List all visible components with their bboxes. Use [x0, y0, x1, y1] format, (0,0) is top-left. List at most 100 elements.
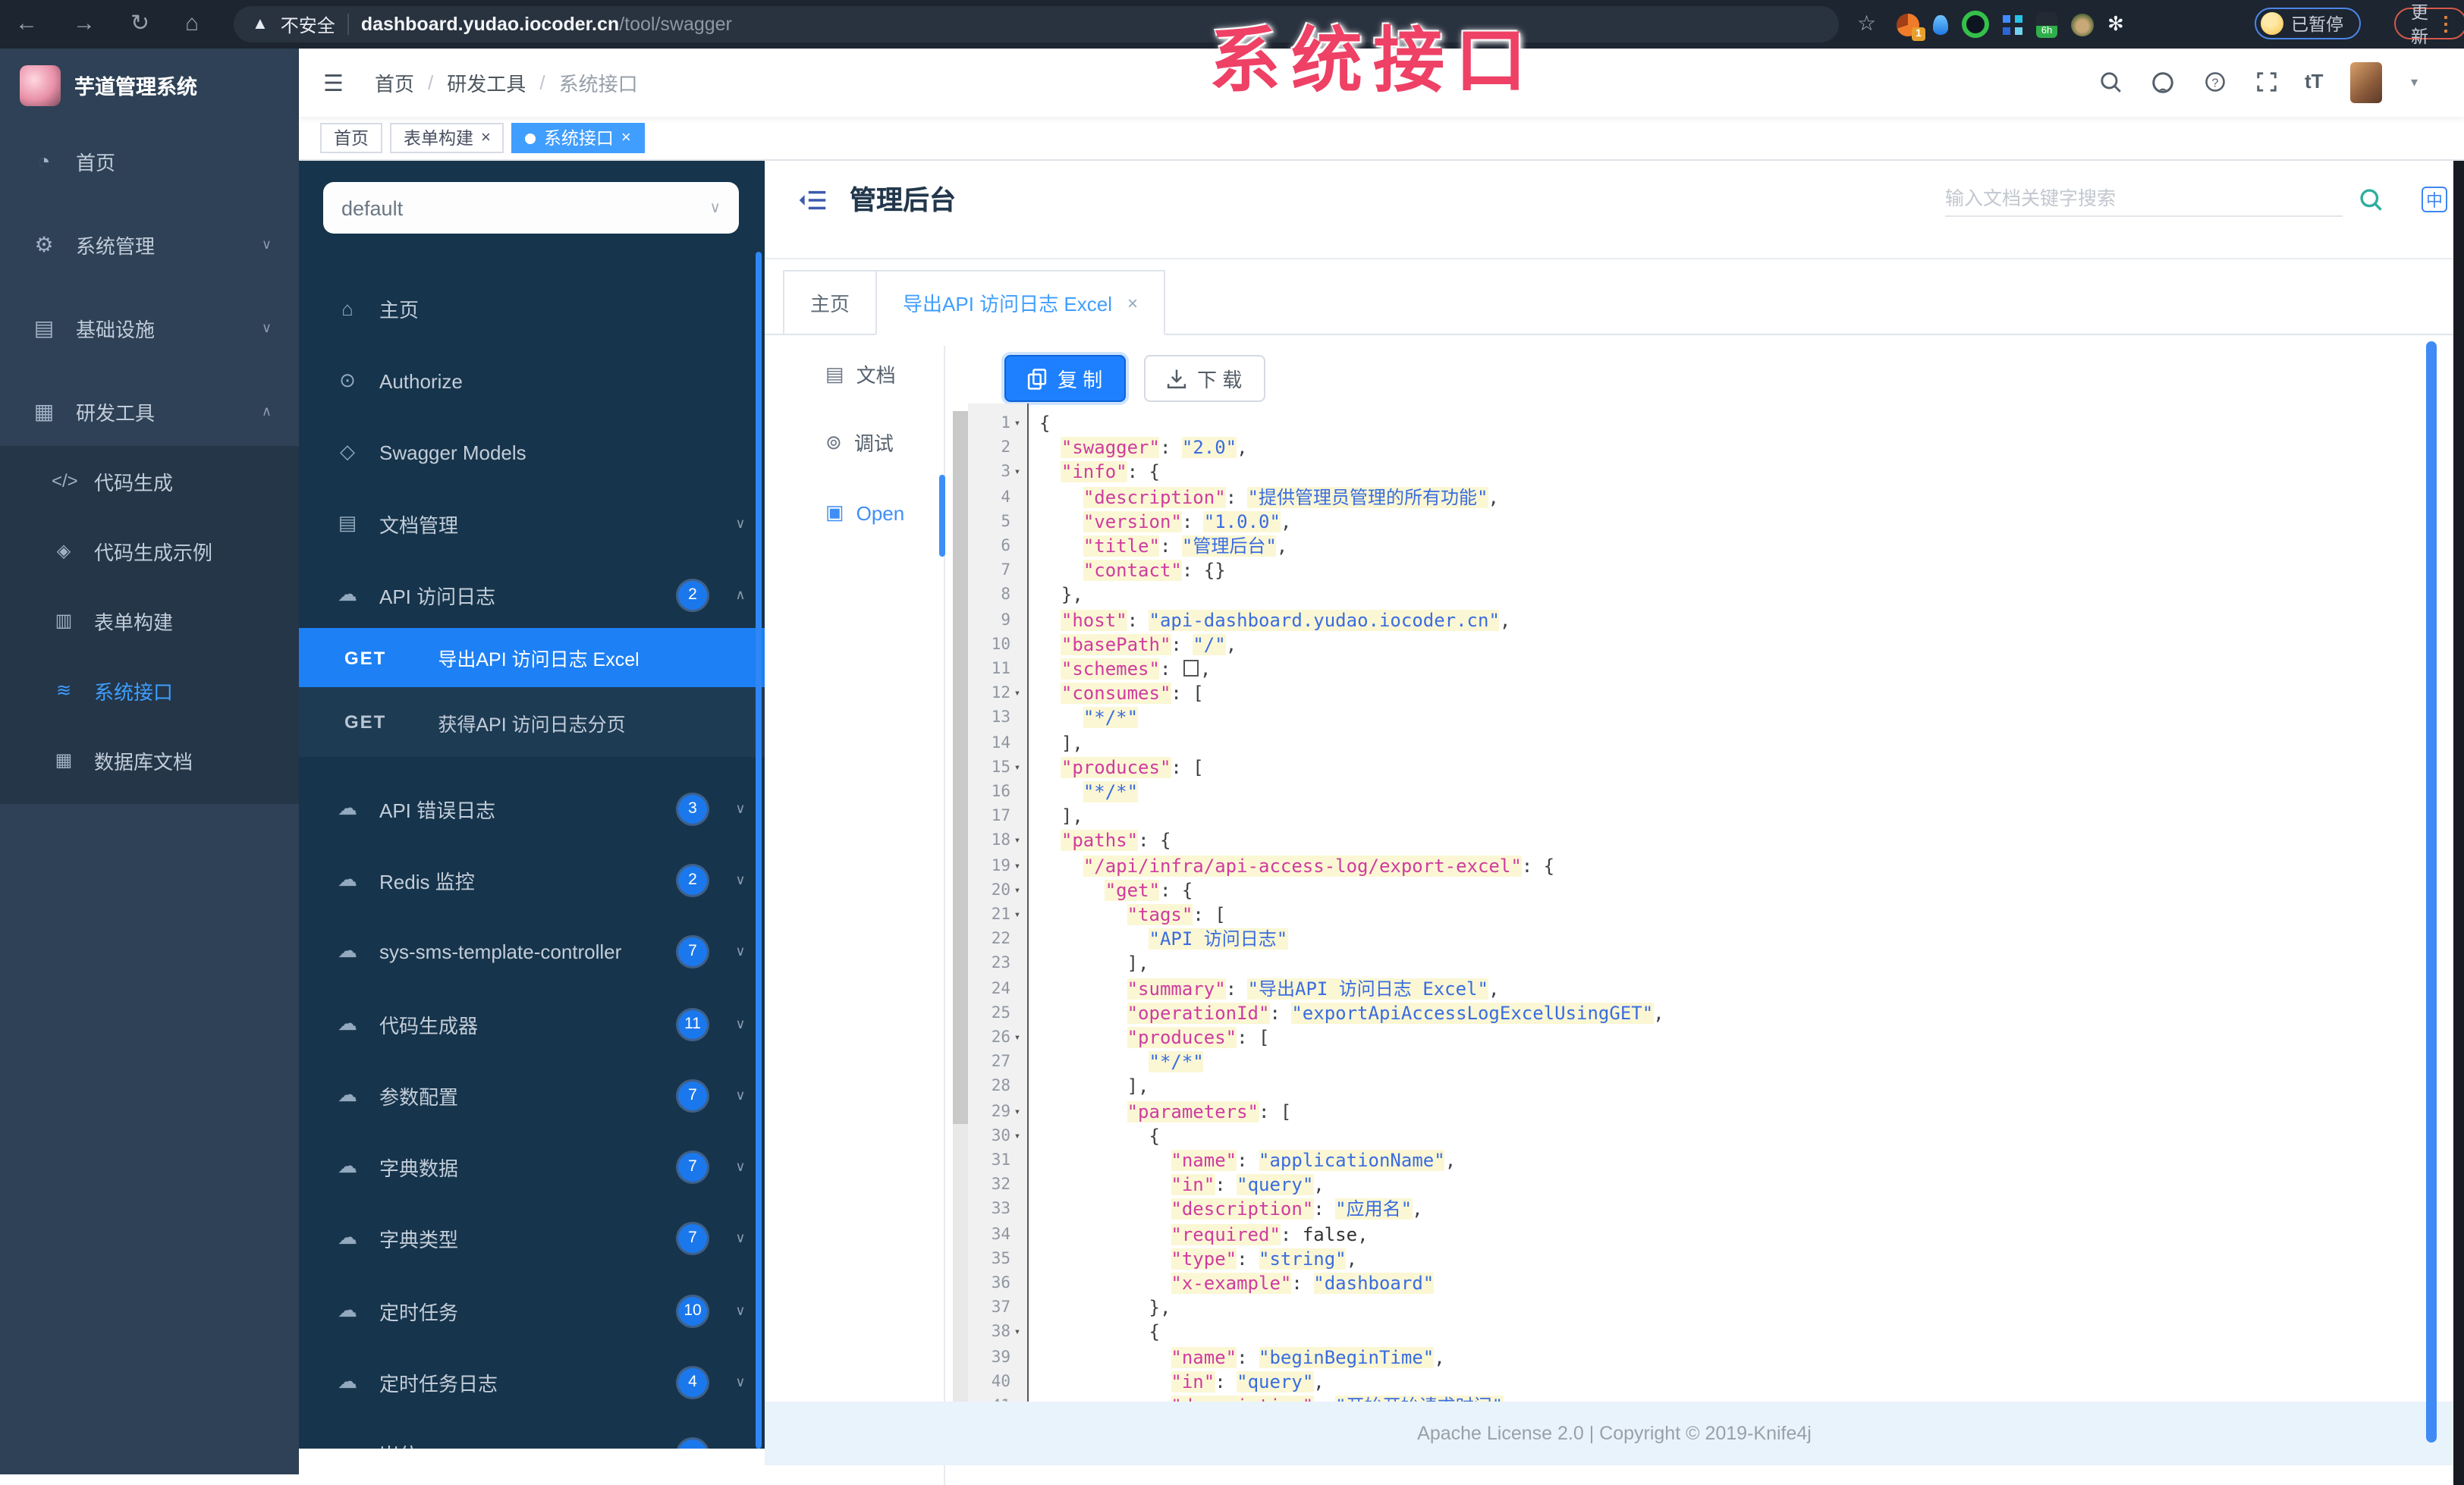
font-size-icon[interactable]: tT [2305, 70, 2324, 93]
doc-menu-item-10[interactable]: ☁ 代码生成器 11 ∨ [299, 991, 754, 1057]
main-scrollbar[interactable] [2426, 341, 2437, 1443]
fold-arrow-icon[interactable]: ▾ [1010, 466, 1024, 479]
close-icon[interactable]: × [621, 129, 631, 146]
sidebar-subitem-0[interactable]: </> 代码生成 [0, 446, 299, 516]
fullscreen-icon[interactable] [2255, 70, 2279, 94]
doc-menu-item-16[interactable]: ☁ 岗位 ∨ [299, 1420, 754, 1449]
doc-search-input[interactable] [1945, 182, 2343, 215]
doc-panel-scrollbar[interactable] [756, 252, 762, 1449]
tab-1[interactable]: 导出API 访问日志 Excel × [875, 270, 1165, 335]
doc-search-icon[interactable] [2358, 187, 2384, 212]
editor-scrollbar-thumb[interactable] [953, 411, 968, 1124]
github-icon[interactable] [2150, 70, 2176, 96]
doc-menu-item-3[interactable]: ▤ 文档管理 ∨ [299, 490, 754, 557]
sidebar-item-3[interactable]: ▦ 研发工具 ∧ [0, 373, 299, 449]
line-number: 26 [991, 1028, 1010, 1047]
doc-menu-item-7[interactable]: ☁ API 错误日志 3 ∨ [299, 775, 754, 842]
close-icon[interactable]: × [1127, 292, 1138, 313]
sidebar-subitem-4[interactable]: ▦ 数据库文档 [0, 725, 299, 795]
extension-orange-icon[interactable]: 1 [1897, 13, 1925, 40]
reload-icon[interactable]: ↻ [130, 9, 149, 39]
extension-bottle-icon[interactable]: 6h [2036, 11, 2057, 37]
sidebar-item-1[interactable]: ⚙ 系统管理 ∨ [0, 206, 299, 282]
fold-arrow-icon[interactable]: ▾ [1010, 688, 1024, 700]
api-item-5[interactable]: GET 导出API 访问日志 Excel [299, 628, 765, 687]
doc-menu-item-14[interactable]: ☁ 定时任务 10 ∨ [299, 1277, 754, 1344]
sidebar-subitem-3[interactable]: ≋ 系统接口 [0, 655, 299, 725]
json-key: "description" [1171, 1198, 1314, 1220]
close-icon[interactable]: × [481, 129, 491, 146]
logo[interactable]: 芋道管理系统 [0, 49, 299, 121]
forward-icon[interactable]: → [73, 9, 96, 39]
api-item-6[interactable]: GET 获得API 访问日志分页 [299, 687, 765, 757]
json-punct: : [1159, 658, 1182, 680]
fold-arrow-icon[interactable]: ▾ [1010, 1326, 1024, 1339]
extension-green-ring-icon[interactable] [1962, 11, 1989, 38]
update-button[interactable]: 更新 ⋮ [2394, 4, 2464, 46]
home-icon[interactable]: ⌂ [185, 9, 199, 39]
code-line: "info": { [1039, 460, 1160, 485]
doc-menu-item-1[interactable]: ⊙ Authorize [299, 347, 754, 414]
tag-系统接口[interactable]: 系统接口 × [511, 123, 645, 153]
empty-array-token [1183, 660, 1199, 677]
sidebar-item-0[interactable]: ◔ 首页 [0, 123, 299, 199]
extension-flower-icon[interactable]: ✻ [2107, 12, 2124, 36]
address-bar[interactable]: ▲ 不安全 dashboard.yudao.iocoder.cn/tool/sw… [234, 6, 1839, 42]
fold-arrow-icon[interactable]: ▾ [1010, 884, 1024, 896]
group-select[interactable]: default ∨ [323, 182, 739, 234]
copy-button[interactable]: 复 制 [1004, 355, 1126, 402]
hamburger-icon[interactable]: ☰ [323, 70, 344, 97]
tab-0[interactable]: 主页 [783, 270, 878, 335]
avatar[interactable] [2350, 62, 2382, 103]
search-icon[interactable] [2098, 70, 2123, 94]
breadcrumb-item[interactable]: 首页 [375, 68, 414, 97]
rail-item-调试[interactable]: ⊚ 调试 [825, 428, 894, 457]
extension-monkey-icon[interactable] [2071, 13, 2094, 36]
doc-menu-item-15[interactable]: ☁ 定时任务日志 4 ∨ [299, 1348, 754, 1415]
fold-arrow-icon[interactable]: ▾ [1010, 1105, 1024, 1117]
fold-arrow-icon[interactable]: ▾ [1010, 761, 1024, 774]
line-number: 4 [1001, 488, 1010, 507]
doc-menu-item-9[interactable]: ☁ sys-sms-template-controller 7 ∨ [299, 918, 754, 984]
sidebar-subitem-2[interactable]: ▥ 表单构建 [0, 586, 299, 655]
json-key: "paths" [1061, 830, 1139, 852]
collapse-menu-icon[interactable] [798, 188, 827, 212]
tag-表单构建[interactable]: 表单构建 × [390, 123, 504, 153]
line-number: 32 [991, 1176, 1010, 1195]
rail-item-文档[interactable]: ▤ 文档 [825, 359, 896, 388]
doc-menu-item-11[interactable]: ☁ 参数配置 7 ∨ [299, 1062, 754, 1129]
extension-drop-icon[interactable] [1933, 14, 1948, 34]
json-key: "swagger" [1061, 437, 1160, 459]
doc-menu-item-12[interactable]: ☁ 字典数据 7 ∨ [299, 1133, 754, 1200]
line-number: 14 [991, 733, 1010, 752]
tag-首页[interactable]: 首页 [320, 123, 382, 153]
doc-menu-item-0[interactable]: ⌂ 主页 [299, 275, 754, 341]
download-button[interactable]: 下 载 [1144, 355, 1265, 402]
fold-arrow-icon[interactable]: ▾ [1010, 835, 1024, 847]
paused-extension-pill[interactable]: 已暂停 [2255, 8, 2360, 39]
browser-menu-icon[interactable]: ⋮ [2436, 11, 2456, 36]
code-line: "operationId": "exportApiAccessLogExcelU… [1039, 1001, 1664, 1025]
language-icon[interactable]: 中 [2422, 187, 2447, 212]
doc-menu-item-8[interactable]: ☁ Redis 监控 2 ∨ [299, 846, 754, 913]
breadcrumb-item[interactable]: 研发工具 [447, 68, 526, 97]
bookmark-star-icon[interactable]: ☆ [1857, 11, 1876, 36]
rail-item-Open[interactable]: ▣ Open [825, 501, 904, 525]
fold-arrow-icon[interactable]: ▾ [1010, 909, 1024, 921]
doc-menu-item-4[interactable]: ☁ API 访问日志 2 ∧ [299, 561, 754, 628]
help-icon[interactable]: ? [2203, 70, 2227, 94]
sidebar-subitem-1[interactable]: ◈ 代码生成示例 [0, 516, 299, 586]
sidebar-item-2[interactable]: ▤ 基础设施 ∨ [0, 290, 299, 366]
fold-arrow-icon[interactable]: ▾ [1010, 1130, 1024, 1142]
fold-arrow-icon[interactable]: ▾ [1010, 859, 1024, 871]
line-number: 15 [991, 758, 1010, 777]
fold-arrow-icon[interactable]: ▾ [1010, 1031, 1024, 1044]
doc-menu-item-2[interactable]: ◇ Swagger Models [299, 419, 754, 485]
back-icon[interactable]: ← [15, 9, 38, 39]
doc-menu-item-13[interactable]: ☁ 字典类型 7 ∨ [299, 1204, 754, 1271]
api-icon: ☁ [335, 1441, 360, 1449]
chevron-down-icon[interactable]: ▾ [2411, 74, 2418, 91]
extension-grid-icon[interactable] [2003, 14, 2022, 34]
fold-arrow-icon[interactable]: ▾ [1010, 417, 1024, 429]
